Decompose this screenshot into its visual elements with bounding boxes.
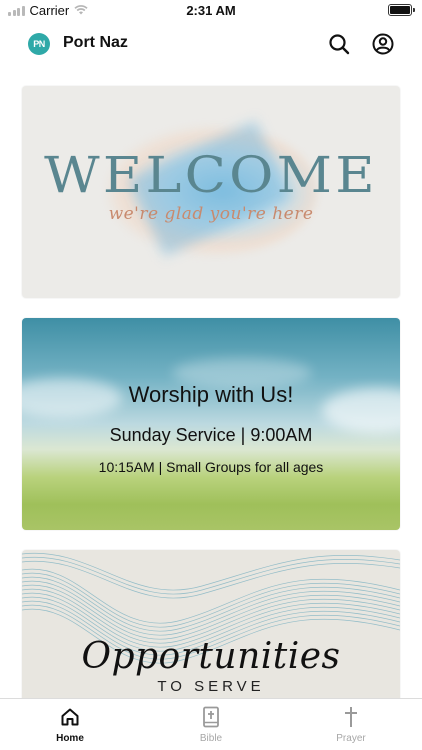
cross-icon — [345, 707, 357, 727]
user-circle-icon — [372, 33, 394, 55]
home-icon — [61, 708, 79, 726]
profile-button[interactable] — [371, 32, 395, 56]
search-button[interactable] — [327, 32, 351, 56]
worship-card[interactable]: Worship with Us! Sunday Service | 9:00AM… — [22, 318, 400, 530]
serve-title: Opportunities — [81, 636, 341, 677]
worship-groups-time: 10:15AM | Small Groups for all ages — [98, 459, 324, 475]
tab-home-label: Home — [56, 733, 84, 744]
tab-prayer[interactable]: Prayer — [306, 705, 396, 744]
status-time: 2:31 AM — [186, 3, 236, 18]
welcome-subtitle: we're glad you're here — [108, 204, 314, 224]
serve-card[interactable]: Opportunities TO SERVE — [22, 550, 400, 710]
tab-bible[interactable]: Bible — [166, 705, 256, 744]
welcome-title: WELCOME — [44, 146, 378, 204]
app-logo: PN — [28, 33, 50, 55]
search-icon — [329, 34, 350, 55]
app-header: PN Port Naz — [0, 26, 422, 62]
tab-prayer-label: Prayer — [336, 733, 366, 744]
worship-title: Worship with Us! — [128, 382, 294, 407]
tab-bible-label: Bible — [199, 733, 223, 744]
worship-service-time: Sunday Service | 9:00AM — [109, 425, 313, 445]
tab-bar: Home Bible Prayer — [0, 698, 422, 750]
welcome-card[interactable]: WELCOME we're glad you're here — [22, 86, 400, 298]
status-bar: Carrier 2:31 AM — [0, 0, 422, 22]
battery-icon — [388, 4, 415, 16]
app-title: Port Naz — [63, 34, 128, 51]
tab-home[interactable]: Home — [25, 705, 115, 744]
bible-icon — [203, 706, 219, 728]
serve-subtitle: TO SERVE — [157, 678, 265, 695]
